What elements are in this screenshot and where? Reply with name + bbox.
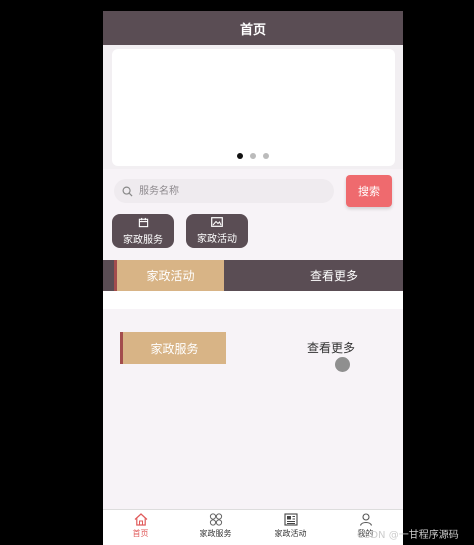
page-header: 首页 <box>103 11 403 45</box>
search-icon <box>122 186 133 197</box>
quick-link-label: 家政活动 <box>197 234 237 245</box>
phone-screen: 首页 搜索 家政服务 家政活动 家政活动 <box>103 11 403 545</box>
activity-section-content <box>103 291 403 309</box>
news-icon <box>283 513 298 526</box>
activity-section-title: 家政活动 <box>114 260 224 291</box>
carousel-banner[interactable] <box>112 49 395 166</box>
carousel-indicator <box>103 153 403 159</box>
image-icon <box>211 217 223 227</box>
service-view-more-link[interactable]: 查看更多 <box>301 337 361 357</box>
carousel-dot-3[interactable] <box>263 153 269 159</box>
activity-view-more-link[interactable]: 查看更多 <box>301 260 367 291</box>
calendar-icon <box>138 217 148 227</box>
tab-activity[interactable]: 家政活动 <box>253 510 328 545</box>
section-title-text: 家政服务 <box>150 341 199 356</box>
page-title: 首页 <box>239 22 266 38</box>
tab-label: 家政服务 <box>199 529 232 538</box>
tab-service[interactable]: 家政服务 <box>178 510 253 545</box>
search-box[interactable] <box>114 179 334 203</box>
home-icon <box>134 513 147 526</box>
section-title-text: 家政活动 <box>146 269 195 283</box>
service-section-title: 家政服务 <box>120 332 226 364</box>
quick-link-service[interactable]: 家政服务 <box>112 214 174 248</box>
carousel-dot-2[interactable] <box>250 153 256 159</box>
tab-label: 家政活动 <box>274 529 307 538</box>
view-more-label: 查看更多 <box>309 269 358 283</box>
search-input[interactable] <box>137 184 321 198</box>
carousel-dot-1[interactable] <box>237 153 243 159</box>
user-icon <box>359 513 372 526</box>
touch-cursor-indicator <box>335 357 350 372</box>
search-button-label: 搜索 <box>358 185 380 198</box>
search-button[interactable]: 搜索 <box>346 175 392 207</box>
view-more-label: 查看更多 <box>306 340 355 355</box>
tab-label: 首页 <box>132 529 149 538</box>
quick-link-activity[interactable]: 家政活动 <box>186 214 248 248</box>
quick-link-label: 家政服务 <box>123 234 163 246</box>
grid-icon <box>209 513 222 526</box>
watermark-text: CSDN @一甘程序源码 <box>357 530 459 541</box>
tab-home[interactable]: 首页 <box>103 510 178 545</box>
